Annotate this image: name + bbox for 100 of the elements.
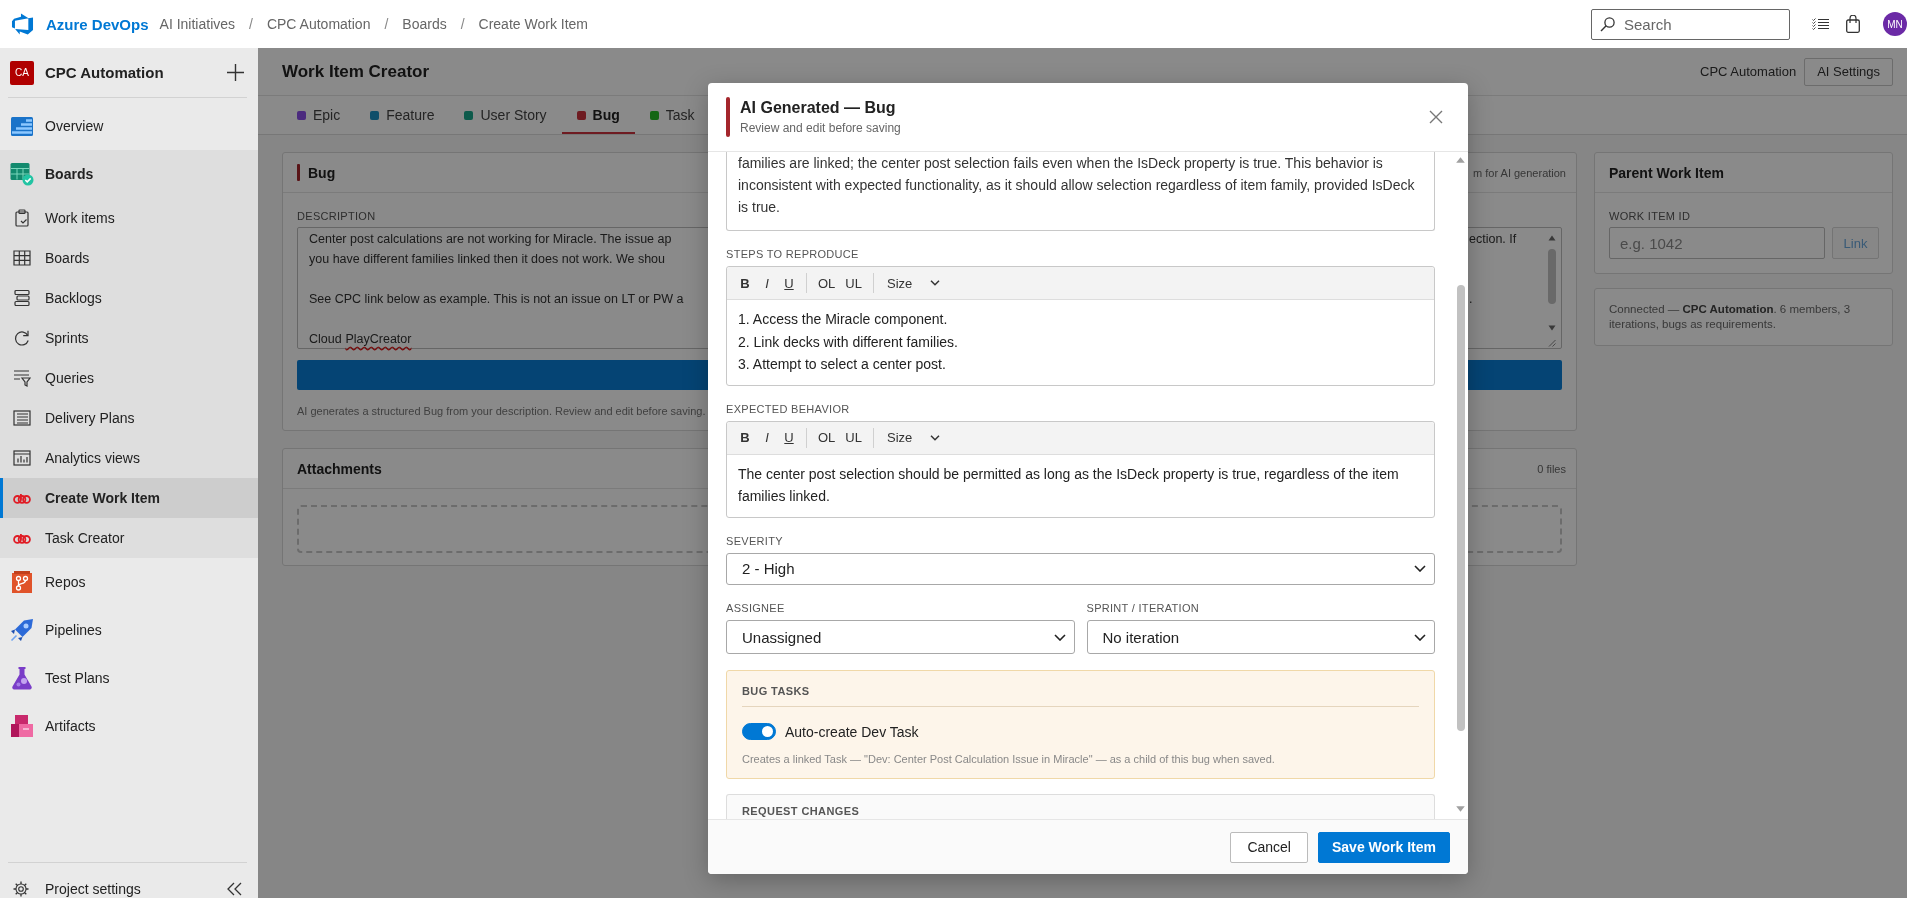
page-title: Work Item Creator — [282, 61, 430, 82]
project-name[interactable]: CPC Automation — [45, 64, 164, 81]
size-dropdown[interactable]: Size — [879, 271, 948, 295]
sprint-select[interactable]: No iteration — [1086, 620, 1435, 654]
assignee-select[interactable]: Unassigned — [726, 620, 1075, 654]
nav-item[interactable]: Queries — [0, 358, 258, 398]
type-tab[interactable]: Feature — [355, 96, 450, 134]
field-label: WORK ITEM ID — [1609, 209, 1691, 223]
breadcrumb-separator: / — [384, 16, 389, 32]
project-avatar: CA — [10, 60, 34, 85]
nav-item[interactable]: Sprints — [0, 318, 258, 358]
nav-item[interactable]: Pipelines — [0, 606, 258, 654]
type-tab[interactable]: Epic — [282, 96, 356, 134]
field-label: SEVERITY — [726, 533, 783, 548]
card-title: Bug — [308, 164, 336, 181]
scrollbar-thumb[interactable] — [1456, 285, 1465, 731]
scroll-up-icon[interactable] — [1548, 235, 1556, 241]
nav-item[interactable]: Repos — [0, 558, 258, 606]
nav-item[interactable]: Test Plans — [0, 654, 258, 702]
stacked-bars-icon — [13, 289, 31, 307]
lined-sheet-icon — [13, 409, 31, 427]
nav-item[interactable]: Boards — [0, 238, 258, 278]
size-dropdown[interactable]: Size — [879, 425, 948, 450]
ring-logo-icon — [13, 532, 31, 544]
underline-button[interactable]: U — [778, 425, 800, 450]
italic-button[interactable]: I — [756, 425, 778, 450]
cycle-arrow-icon — [13, 329, 31, 347]
card-hint: m for AI generation — [1473, 166, 1566, 179]
rich-text-field[interactable]: The center post selection should be permitted as long as the IsDeck property is true, regardless of the item families linked. — [727, 454, 1434, 517]
list-button[interactable]: OL — [813, 425, 841, 450]
nav-item[interactable]: Boards — [0, 150, 258, 198]
search-icon — [1600, 16, 1615, 32]
settings-icon[interactable] — [13, 880, 29, 897]
save-button[interactable]: Save Work Item — [1318, 831, 1450, 863]
scrollbar-thumb[interactable] — [1548, 249, 1556, 304]
rich-text-field[interactable]: 1. Access the Miracle component. 2. Link decks with different families. 3. Attempt to select a center post. — [727, 300, 1434, 385]
breadcrumb-link[interactable]: Boards — [402, 16, 447, 32]
breadcrumb-link[interactable]: Create Work Item — [478, 16, 588, 32]
bold-button[interactable]: B — [734, 271, 756, 295]
branch-tile-icon — [10, 570, 34, 594]
panel-title: BUG TASKS — [742, 684, 810, 698]
project-label: CPC Automation — [1700, 64, 1797, 79]
help-text: Creates a linked Task — "Dev: Center Post Calculation Issue in Miracle" — as a child of this bug when saved. — [742, 752, 1275, 766]
dialog-title: AI Generated — Bug — [740, 98, 897, 118]
nav-item[interactable]: Delivery Plans — [0, 398, 258, 438]
filter-list-icon — [13, 369, 31, 387]
scroll-down-icon[interactable] — [1548, 325, 1556, 331]
list-button[interactable]: UL — [840, 271, 867, 295]
underline-button[interactable]: U — [778, 271, 800, 295]
checklist-icon[interactable] — [1812, 17, 1829, 31]
nav-item[interactable]: Create Work Item — [0, 478, 258, 518]
list-button[interactable]: UL — [840, 425, 867, 450]
bars-tile-icon — [10, 114, 34, 138]
search-field[interactable]: Search — [1591, 8, 1790, 40]
nav-item[interactable]: Overview — [0, 102, 258, 150]
severity-select[interactable]: 2 - High — [726, 552, 1435, 585]
logo-icon[interactable] — [11, 13, 34, 35]
user-avatar[interactable]: MN — [1883, 12, 1907, 36]
nav-item[interactable]: Work items — [0, 198, 258, 238]
flask-icon — [10, 666, 34, 690]
field-label: EXPECTED BEHAVIOR — [726, 401, 850, 416]
cancel-button[interactable]: Cancel — [1230, 831, 1308, 863]
list-button[interactable]: OL — [813, 271, 841, 295]
double-chevron-icon[interactable] — [226, 881, 243, 896]
file-count: 0 files — [1537, 462, 1566, 475]
chevron-down-icon — [1053, 633, 1066, 641]
nav-item[interactable]: Artifacts — [0, 702, 258, 750]
help-text: AI generates a structured Bug from your description. Review and edit before saving. — [297, 404, 706, 418]
breadcrumb-link[interactable]: AI Initiatives — [159, 16, 236, 32]
field-label: SPRINT / ITERATION — [1086, 601, 1200, 615]
chevron-down-icon — [930, 434, 941, 441]
brand-link[interactable]: Azure DevOps — [46, 15, 149, 33]
toggle-label: Auto-create Dev Task — [785, 723, 919, 740]
resize-grip-icon[interactable] — [1548, 339, 1556, 347]
card-title: Attachments — [297, 460, 382, 477]
accent-bar — [297, 164, 300, 181]
close-icon[interactable] — [1429, 110, 1443, 124]
work-item-id-field[interactable]: e.g. 1042 — [1609, 227, 1825, 259]
grid-icon — [13, 249, 31, 267]
breadcrumb-link[interactable]: CPC Automation — [266, 16, 371, 32]
field-label: STEPS TO REPRODUCE — [726, 247, 859, 261]
plus-icon[interactable] — [227, 64, 244, 81]
summary-field[interactable]: families are linked; the center post selection fails even when the IsDeck property is true. This behavior is inconsistent with expected functionality, as it should allow selection regardless of item family, provided IsDeck is true. — [726, 152, 1435, 231]
scroll-down-icon[interactable] — [1456, 806, 1465, 812]
bold-button[interactable]: B — [734, 425, 756, 450]
bag-icon[interactable] — [1846, 15, 1860, 33]
nav-item[interactable]: Analytics views — [0, 438, 258, 478]
scroll-up-icon[interactable] — [1456, 157, 1465, 163]
connection-info: Connected — CPC Automation. 6 members, 3 iterations, bugs as requirements. — [1609, 302, 1852, 332]
type-tab[interactable]: User Story — [449, 96, 562, 134]
breadcrumb-separator: / — [460, 16, 465, 32]
project-settings-link[interactable]: Project settings — [45, 880, 141, 897]
italic-button[interactable]: I — [756, 271, 778, 295]
nav-item[interactable]: Task Creator — [0, 518, 258, 558]
ai-settings-button[interactable]: AI Settings — [1804, 57, 1893, 86]
toggle-switch[interactable] — [742, 723, 776, 740]
chevron-down-icon — [1414, 633, 1426, 641]
panel-title: REQUEST CHANGES — [742, 804, 860, 818]
nav-item[interactable]: Backlogs — [0, 278, 258, 318]
type-tab[interactable]: Bug — [561, 96, 635, 134]
